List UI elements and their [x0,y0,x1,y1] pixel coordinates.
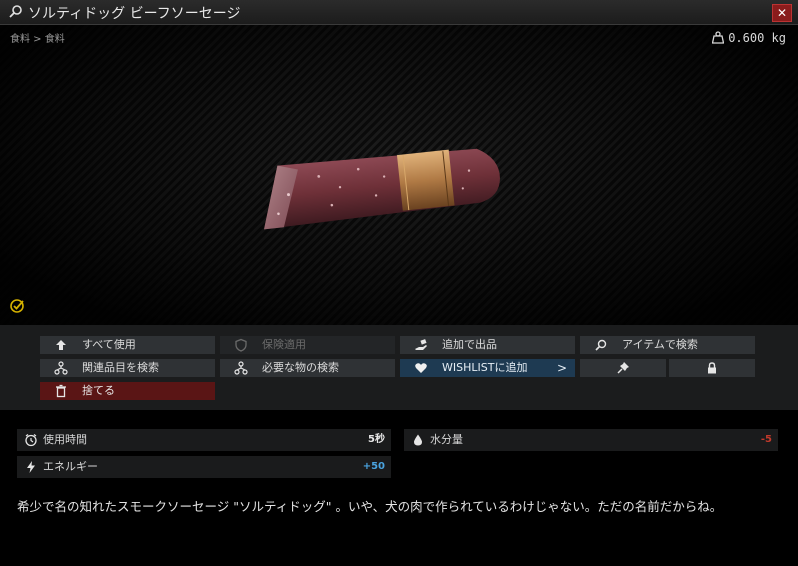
magnifier-icon [595,339,607,351]
use-all-label: すべて使用 [82,338,136,351]
discard-button[interactable]: 捨てる [40,382,215,400]
use-time-value: 5秒 [368,434,385,445]
weight-icon [712,31,725,44]
title-bar[interactable]: ソルティドッグ ビーフソーセージ ✕ [0,0,798,25]
energy-label: エネルギー [43,460,98,473]
upload-arrow-icon [56,340,66,350]
heart-icon [415,363,427,373]
use-time-stat: 使用時間 5秒 [17,429,391,451]
item-preview[interactable]: 食料 > 食料 0.600 kg [0,25,798,325]
insure-button[interactable]: 保険適用 [220,336,395,354]
hydration-value: -5 [760,434,772,445]
search-required-button[interactable]: 必要な物の検索 [220,359,395,377]
energy-stat: エネルギー +50 [17,456,391,478]
energy-value: +50 [362,461,385,472]
search-related-button[interactable]: 関連品目を検索 [40,359,215,377]
discard-label: 捨てる [82,384,115,397]
item-description: 希少で名の知れたスモークソーセージ "ソルティドッグ" 。いや、犬の肉で作られて… [17,499,723,514]
breadcrumb: 食料 > 食料 [10,34,65,45]
water-drop-icon [414,434,422,446]
insure-label: 保険適用 [262,338,306,351]
hand-offer-icon [415,339,427,350]
add-offer-button[interactable]: 追加で出品 [400,336,575,354]
search-item-button[interactable]: アイテムで検索 [580,336,755,354]
pin-button[interactable] [580,359,666,377]
weight-value: 0.600 kg [728,31,786,45]
lock-icon [708,362,716,374]
search-related-label: 関連品目を検索 [82,361,159,374]
hydration-stat: 水分量 -5 [404,429,778,451]
shield-icon [235,338,247,352]
use-time-label: 使用時間 [43,433,87,446]
clock-icon [25,434,37,447]
window-title: ソルティドッグ ビーフソーセージ [28,6,241,22]
add-offer-label: 追加で出品 [442,338,497,351]
examined-check-icon [10,299,24,313]
search-icon [9,5,22,18]
action-panel: すべて使用 保険適用 追加で出品 アイテムで検索 関連品目を検索 必要な物の検索… [0,325,798,410]
sausage-image [264,148,500,230]
required-nodes-icon [234,361,248,375]
wishlist-label: WISHLISTに追加 [442,361,528,374]
related-nodes-icon [54,361,68,375]
trash-icon [56,384,66,398]
item-inspect-window: ソルティドッグ ビーフソーセージ ✕ 食料 > 食料 0.600 kg すべて使… [0,0,798,566]
chevron-right-icon: > [556,361,567,375]
hydration-label: 水分量 [430,433,463,446]
stats-panel: 使用時間 5秒 水分量 -5 エネルギー +50 希少で名の知れたスモークソーセ… [0,410,798,566]
close-button[interactable]: ✕ [772,4,792,22]
lightning-icon [27,461,35,473]
wishlist-button[interactable]: WISHLISTに追加 > [400,359,575,377]
weight-readout: 0.600 kg [712,31,786,45]
lock-button[interactable] [669,359,755,377]
pin-icon [617,362,629,374]
search-item-label: アイテムで検索 [622,338,698,351]
use-all-button[interactable]: すべて使用 [40,336,215,354]
search-required-label: 必要な物の検索 [262,361,339,374]
